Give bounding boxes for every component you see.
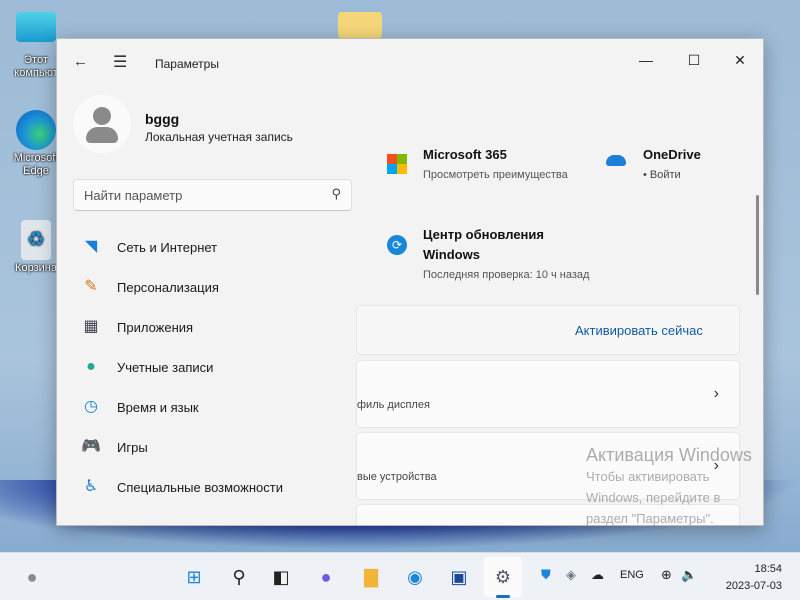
activation-watermark: Активация Windows Чтобы активировать Win… [586,445,752,529]
nav-item-accounts[interactable]: ● Учетные записи [73,349,353,385]
search-placeholder: Найти параметр [84,188,183,203]
back-icon[interactable]: ← [73,53,88,70]
gamepad-icon: 🎮 [81,438,101,455]
brush-icon: ✎ [84,278,98,295]
nav-item-personalization[interactable]: ✎ Персонализация [73,269,353,305]
activate-now-link[interactable]: Активировать сейчас [575,323,703,338]
maximize-button[interactable]: ☐ [671,45,717,75]
nav-item-accessibility[interactable]: ♿ Специальные возможности [73,469,353,505]
accessibility-icon: ♿ [83,478,99,495]
account-type: Локальная учетная запись [145,130,293,144]
edge-icon [16,110,56,150]
nav-label: Сеть и Интернет [117,240,218,255]
watermark-line: Чтобы активировать [586,469,710,484]
settings-taskbar-icon[interactable]: ⚙ [484,557,522,597]
nav-item-gaming[interactable]: 🎮 Игры [73,429,353,465]
tile-subtitle: • Войти [643,169,681,181]
security-warning-icon[interactable]: ⛊ [541,567,551,583]
folder-icon[interactable] [338,12,382,38]
clock-globe-icon: ◷ [84,398,98,415]
recycle-bin-icon: ♻ [21,220,51,260]
activation-card: Активировать сейчас [356,305,740,355]
nav-item-time-language[interactable]: ◷ Время и язык [73,389,353,425]
nav-label: Учетные записи [117,360,214,375]
nav-label: Приложения [117,320,194,335]
watermark-line: раздел "Параметры". [586,511,714,526]
onedrive-offline-icon[interactable]: ☁ [591,567,604,583]
volume-icon[interactable]: 🔈 [681,567,697,583]
tile-title: Microsoft 365 [423,147,507,162]
person-icon: ● [86,358,96,375]
virtualbox-icon[interactable]: ◈ [566,567,576,583]
date: 2023-07-03 [725,580,782,592]
menu-icon[interactable]: ☰ [113,52,127,72]
tile-subtitle: Просмотреть преимущества [423,169,568,181]
watermark-title: Активация Windows [586,445,752,465]
active-indicator [496,595,510,598]
wifi-icon: ◥ [84,238,98,255]
apps-icon: ▦ [83,318,99,335]
card-subtitle: филь дисплея [357,399,430,411]
scrollbar[interactable] [756,195,759,295]
search-icon[interactable]: ⚲ [227,565,251,589]
taskbar: ● ⊞ ⚲ ◧ ● ▇ ◉ ▣ ⚙ ⛊ ◈ ☁ ENG ⊕ 🔈 18:54 202… [0,552,800,600]
desktop-icon-label: Этот компьют [14,54,58,79]
nav-label: Игры [117,440,148,455]
time: 18:54 [754,563,782,575]
tile-title: Центр обновления [423,227,544,242]
title-bar: ← ☰ Параметры — ☐ ✕ [57,39,763,85]
update-icon: ⟳ [387,235,407,255]
language-indicator[interactable]: ENG [620,569,644,581]
monitor-icon [16,12,56,42]
nav-item-apps[interactable]: ▦ Приложения [73,309,353,345]
chevron-right-icon: › [713,385,719,402]
nav-pane: bggg Локальная учетная запись Найти пара… [57,85,356,525]
display-card[interactable]: филь дисплея › [356,360,740,428]
minimize-button[interactable]: — [623,45,669,75]
search-icon: ⚲ [331,186,341,201]
network-icon[interactable]: ⊕ [661,567,672,583]
file-explorer-icon[interactable]: ▇ [359,565,383,589]
close-button[interactable]: ✕ [717,45,763,75]
user-name: bggg [145,111,180,127]
nav-item-network[interactable]: ◥ Сеть и Интернет [73,229,353,265]
tile-title: OneDrive [643,147,701,162]
onedrive-icon [606,155,626,166]
chat-icon[interactable]: ● [314,565,338,589]
nav-label: Персонализация [117,280,219,295]
tile-title: Windows [423,247,480,262]
weather-icon[interactable]: ● [20,565,44,589]
search-input[interactable]: Найти параметр ⚲ [73,179,352,211]
desktop-icon-label: Корзина [15,262,57,274]
store-icon[interactable]: ▣ [447,565,471,589]
avatar[interactable] [73,95,131,153]
tile-subtitle: Последняя проверка: 10 ч назад [423,269,590,281]
nav-label: Время и язык [117,400,199,415]
desktop-icon-label: Microsoft Edge [13,152,59,177]
nav-label: Специальные возможности [117,480,283,495]
start-icon[interactable]: ⊞ [182,565,206,589]
window-title: Параметры [155,57,219,71]
microsoft-logo-icon [387,154,407,174]
edge-icon[interactable]: ◉ [403,565,427,589]
task-view-icon[interactable]: ◧ [269,565,293,589]
watermark-line: Windows, перейдите в [586,490,721,505]
clock[interactable]: 18:54 2023-07-03 [726,561,782,595]
card-subtitle: вые устройства [357,471,437,483]
